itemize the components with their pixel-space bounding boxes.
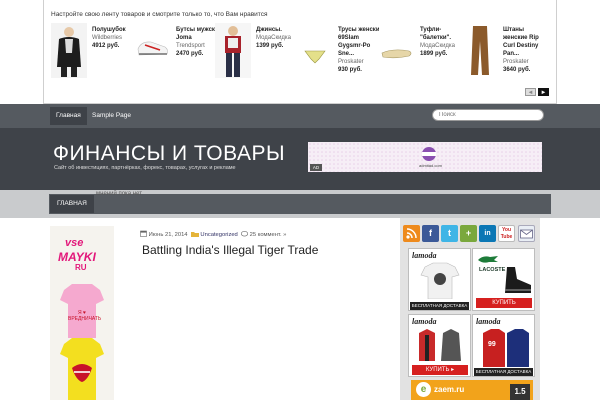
comment-icon [241, 230, 249, 239]
product-name[interactable]: Штаны женские Rip Curl Destiny Pan... [503, 27, 539, 57]
product-image-jeans[interactable] [215, 23, 251, 78]
email-icon[interactable] [518, 225, 535, 242]
crocodile-logo-icon [478, 256, 498, 263]
lamoda-logo: lamoda [412, 317, 437, 326]
lamoda-jersey-ad[interactable]: lamoda 99 БЕСПЛАТНАЯ ДОСТАВКА [472, 314, 535, 377]
calendar-icon [140, 230, 147, 239]
product-image-underwear[interactable] [297, 23, 333, 78]
vsemayki-brand-top: vse [65, 237, 84, 249]
lamoda-buy-button[interactable]: КУПИТЬ ▸ [412, 365, 468, 375]
overlapping-text: мнений пока нет [96, 191, 143, 197]
product-name[interactable]: Полушубок [92, 27, 126, 33]
product-price: 1899 руб. [420, 51, 448, 57]
site-title[interactable]: ФИНАНСЫ И ТОВАРЫ [53, 142, 285, 166]
product-widget: Настройте свою ленту товаров и смотрите … [43, 0, 557, 104]
widget-title: Настройте свою ленту товаров и смотрите … [51, 11, 268, 18]
banner-brand: admitad.com [419, 163, 442, 168]
carousel-prev-button[interactable]: ◄ [525, 88, 536, 96]
nav-item-home[interactable]: Главная [50, 107, 87, 125]
tshirt-print-text: Я ♥ ВРЕДНИЧАТЬ [68, 310, 102, 322]
product-name[interactable]: Туфли-"балетки". [420, 27, 451, 41]
zaem-label: zaem.ru [434, 385, 465, 394]
lamoda-logo: lamoda [412, 251, 437, 260]
jersey-number: 99 [488, 341, 496, 348]
twitter-icon[interactable]: t [441, 225, 458, 242]
jacket-product-icon [419, 329, 461, 361]
banner-ad-tag: AD [310, 164, 322, 171]
product-image-pants[interactable] [462, 23, 498, 78]
linkedin-icon[interactable]: in [479, 225, 496, 242]
left-sidebar-ad[interactable]: vse MAYKI RU Я ♥ ВРЕДНИЧАТЬ [50, 226, 114, 400]
youtube-icon[interactable]: You Tube [498, 225, 515, 242]
lacoste-sneaker-ad[interactable]: LACOSTE КУПИТЬ [472, 248, 535, 311]
admitad-banner[interactable]: admitad.com [308, 142, 542, 172]
product-image-fur-coat[interactable] [51, 23, 87, 78]
jersey-product-icon [483, 329, 529, 367]
tshirt-product-icon [420, 262, 460, 299]
main-navigation: ГЛАВНАЯ [49, 194, 551, 214]
google-plus-icon[interactable]: + [460, 225, 477, 242]
product-price: 4912 руб. [92, 43, 120, 49]
sneaker-product-icon [505, 267, 531, 293]
lamoda-jacket-ad[interactable]: lamoda КУПИТЬ ▸ [408, 314, 471, 377]
product-shop: Wildberries [92, 35, 123, 41]
post-comments-link[interactable]: 25 коммент. » [250, 232, 287, 238]
product-price: 3640 руб. [503, 67, 531, 73]
vsemayki-brand-main: MAYKI [58, 250, 96, 264]
product-name[interactable]: Трусы женские 69Slam Gygsmr-Po Sne... [338, 27, 383, 57]
lacoste-label: LACOSTE [479, 267, 506, 273]
lacoste-buy-button[interactable]: КУПИТЬ [476, 298, 532, 308]
product-shop: Proskater [338, 59, 364, 65]
product-shop: Proskater [503, 59, 529, 65]
zaem-logo-icon: e [416, 382, 431, 397]
product-price: 1399 руб. [256, 43, 284, 49]
product-shop: МодаСкидка [420, 43, 456, 49]
post-date: Июнь 21, 2014 [148, 232, 188, 239]
zaem-banner[interactable]: e zaem.ru 1.5 [411, 380, 533, 400]
search-input[interactable] [432, 109, 544, 121]
main-nav-home[interactable]: ГЛАВНАЯ [50, 195, 94, 213]
post-meta: Июнь 21, 2014 Uncategorized 25 коммент. … [140, 230, 286, 239]
rss-icon[interactable] [403, 225, 420, 242]
post-title[interactable]: Battling India's Illegal Tiger Trade [142, 243, 318, 257]
free-delivery-label: БЕСПЛАТНАЯ ДОСТАВКА [410, 302, 469, 310]
lamoda-tshirt-ad[interactable]: lamoda БЕСПЛАТНАЯ ДОСТАВКА [408, 248, 471, 311]
facebook-icon[interactable]: f [422, 225, 439, 242]
product-image-ballet-flats[interactable] [379, 23, 415, 78]
product-shop: МодаСкидка [256, 35, 292, 41]
vsemayki-brand-sub: RU [75, 263, 87, 272]
zaem-number: 1.5 [510, 384, 530, 400]
nav-item-sample-page[interactable]: Sample Page [86, 107, 137, 125]
site-description: Сайт об инвестициях, партнёрках, форекс,… [54, 165, 236, 171]
product-name[interactable]: Джинсы. [256, 27, 282, 33]
lamoda-logo: lamoda [476, 317, 501, 326]
product-image-football-boots[interactable] [135, 23, 171, 78]
post-category-link[interactable]: Uncategorized [200, 232, 237, 238]
free-delivery-label: БЕСПЛАТНАЯ ДОСТАВКА [474, 368, 533, 376]
carousel-next-button[interactable]: ► [538, 88, 549, 96]
folder-icon [190, 231, 199, 239]
product-price: 930 руб. [338, 67, 362, 73]
